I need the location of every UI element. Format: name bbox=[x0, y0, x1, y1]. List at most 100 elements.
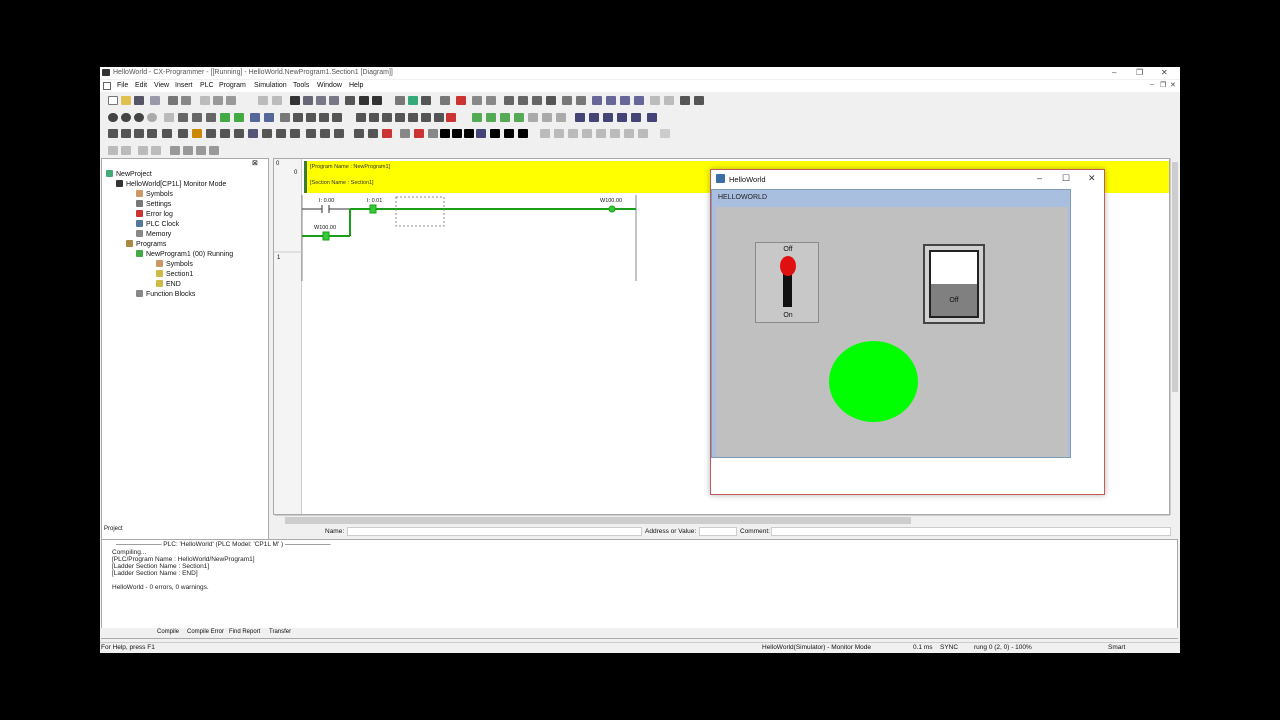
memory-icon[interactable] bbox=[620, 96, 630, 105]
sim-align5-icon[interactable] bbox=[596, 129, 606, 138]
print-preview-icon[interactable] bbox=[150, 96, 160, 105]
sim-16-icon[interactable] bbox=[290, 129, 300, 138]
menu-window[interactable]: Window bbox=[317, 82, 342, 89]
sim-trace-icon[interactable] bbox=[147, 129, 157, 138]
sim-list-icon[interactable] bbox=[206, 129, 216, 138]
sim-step-in-icon[interactable] bbox=[476, 129, 486, 138]
online-icon[interactable] bbox=[395, 96, 405, 105]
zoom-icon[interactable] bbox=[108, 113, 118, 122]
minimize-button[interactable]: – bbox=[1112, 68, 1116, 77]
tab-compile-error[interactable]: Compile Error bbox=[187, 629, 224, 635]
time-chart-icon[interactable] bbox=[694, 96, 704, 105]
sim-align2-icon[interactable] bbox=[554, 129, 564, 138]
contact-nc-icon[interactable] bbox=[306, 113, 316, 122]
sim-align8-icon[interactable] bbox=[638, 129, 648, 138]
grid-icon[interactable] bbox=[164, 113, 174, 122]
vertical-line-icon[interactable] bbox=[421, 113, 431, 122]
sim-return-icon[interactable] bbox=[660, 129, 670, 138]
st-icon[interactable] bbox=[234, 113, 244, 122]
sim-align4-icon[interactable] bbox=[582, 129, 592, 138]
tab-transfer[interactable]: Transfer bbox=[269, 629, 291, 635]
sim-chart-icon[interactable] bbox=[234, 129, 244, 138]
data-trace-icon[interactable] bbox=[680, 96, 690, 105]
hw-close-button[interactable]: ✕ bbox=[1088, 173, 1096, 184]
zoom-in-icon[interactable] bbox=[121, 113, 131, 122]
tree-close-icon[interactable]: ⊠ bbox=[252, 159, 268, 167]
run-mode-icon[interactable] bbox=[546, 96, 556, 105]
find-icon[interactable] bbox=[290, 96, 300, 105]
sim-upload-icon[interactable] bbox=[334, 129, 344, 138]
set-icon[interactable] bbox=[617, 113, 627, 122]
tree-item-end[interactable]: END bbox=[156, 280, 181, 288]
sim-break-icon[interactable] bbox=[414, 129, 424, 138]
sim-network-icon[interactable] bbox=[121, 129, 131, 138]
hw-minimize-button[interactable]: – bbox=[1037, 173, 1042, 183]
online-edit-start-icon[interactable] bbox=[486, 113, 496, 122]
print-icon[interactable] bbox=[168, 96, 178, 105]
compare-icon[interactable] bbox=[562, 96, 572, 105]
tree-item-newproject[interactable]: NewProject bbox=[106, 170, 152, 178]
extra-5-icon[interactable] bbox=[170, 146, 180, 155]
monitor-mode-icon[interactable] bbox=[532, 96, 542, 105]
sim-align3-icon[interactable] bbox=[568, 129, 578, 138]
cross-reference-icon[interactable] bbox=[329, 96, 339, 105]
vertical-scrollbar[interactable] bbox=[1170, 158, 1179, 515]
contact-w10000[interactable] bbox=[322, 231, 330, 241]
menu-view[interactable]: View bbox=[154, 82, 169, 89]
protect-icon[interactable] bbox=[576, 96, 586, 105]
coil-nc-icon[interactable] bbox=[382, 113, 392, 122]
sim-windows-icon[interactable] bbox=[368, 129, 378, 138]
force-off-icon[interactable] bbox=[589, 113, 599, 122]
sim-bit-icon[interactable] bbox=[276, 129, 286, 138]
tree-item-error-log[interactable]: Error log bbox=[136, 210, 173, 218]
new-icon[interactable] bbox=[108, 96, 118, 105]
simulation-icon[interactable] bbox=[528, 113, 538, 122]
reset-icon[interactable] bbox=[631, 113, 641, 122]
tree-item-settings[interactable]: Settings bbox=[136, 200, 171, 208]
transfer-icon[interactable] bbox=[421, 96, 431, 105]
zoom-out-icon[interactable] bbox=[134, 113, 144, 122]
sim-board-icon[interactable] bbox=[248, 129, 258, 138]
sim-align7-icon[interactable] bbox=[624, 129, 634, 138]
sim-table-icon[interactable] bbox=[178, 129, 188, 138]
force-on-icon[interactable] bbox=[575, 113, 585, 122]
sim-warning-icon[interactable] bbox=[192, 129, 202, 138]
maximize-button[interactable]: ❐ bbox=[1136, 68, 1143, 77]
address-input[interactable] bbox=[699, 527, 737, 536]
sim-align6-icon[interactable] bbox=[610, 129, 620, 138]
properties-icon[interactable] bbox=[345, 96, 355, 105]
download-icon[interactable] bbox=[440, 96, 450, 105]
pause-icon[interactable] bbox=[486, 96, 496, 105]
child-close-button[interactable]: ✕ bbox=[1170, 81, 1176, 89]
address-reference-icon[interactable] bbox=[316, 96, 326, 105]
tree-item-memory[interactable]: Memory bbox=[136, 230, 171, 238]
menu-simulation[interactable]: Simulation bbox=[254, 82, 287, 89]
extra-4-icon[interactable] bbox=[151, 146, 161, 155]
coil-w10000[interactable] bbox=[608, 205, 616, 213]
toggle-switch[interactable]: Off On bbox=[755, 242, 819, 323]
extra-8-icon[interactable] bbox=[209, 146, 219, 155]
sim-continuous-icon[interactable] bbox=[518, 129, 528, 138]
scroll-thumb[interactable] bbox=[285, 517, 911, 524]
open-icon[interactable] bbox=[121, 96, 131, 105]
menu-insert[interactable]: Insert bbox=[175, 82, 193, 89]
ladder-icon[interactable] bbox=[220, 113, 230, 122]
page-setup-icon[interactable] bbox=[181, 96, 191, 105]
cycle-time-icon[interactable] bbox=[650, 96, 660, 105]
monitor-icon[interactable] bbox=[408, 96, 418, 105]
contact-or-icon[interactable] bbox=[319, 113, 329, 122]
extra-1-icon[interactable] bbox=[108, 146, 118, 155]
tab-compile[interactable]: Compile bbox=[157, 629, 179, 635]
online-edit-send-icon[interactable] bbox=[500, 113, 510, 122]
force-icon[interactable] bbox=[664, 96, 674, 105]
line-connect-icon[interactable] bbox=[434, 113, 444, 122]
sim-step-over-icon[interactable] bbox=[490, 129, 500, 138]
document-icon[interactable] bbox=[103, 82, 111, 90]
menu-tools[interactable]: Tools bbox=[293, 82, 309, 89]
sim-io-icon[interactable] bbox=[108, 129, 118, 138]
tab-find-report[interactable]: Find Report bbox=[229, 629, 260, 635]
child-restore-button[interactable]: ❐ bbox=[1160, 81, 1166, 89]
debug-mode-icon[interactable] bbox=[518, 96, 528, 105]
simulation-stop-icon[interactable] bbox=[542, 113, 552, 122]
comments-icon[interactable] bbox=[178, 113, 188, 122]
